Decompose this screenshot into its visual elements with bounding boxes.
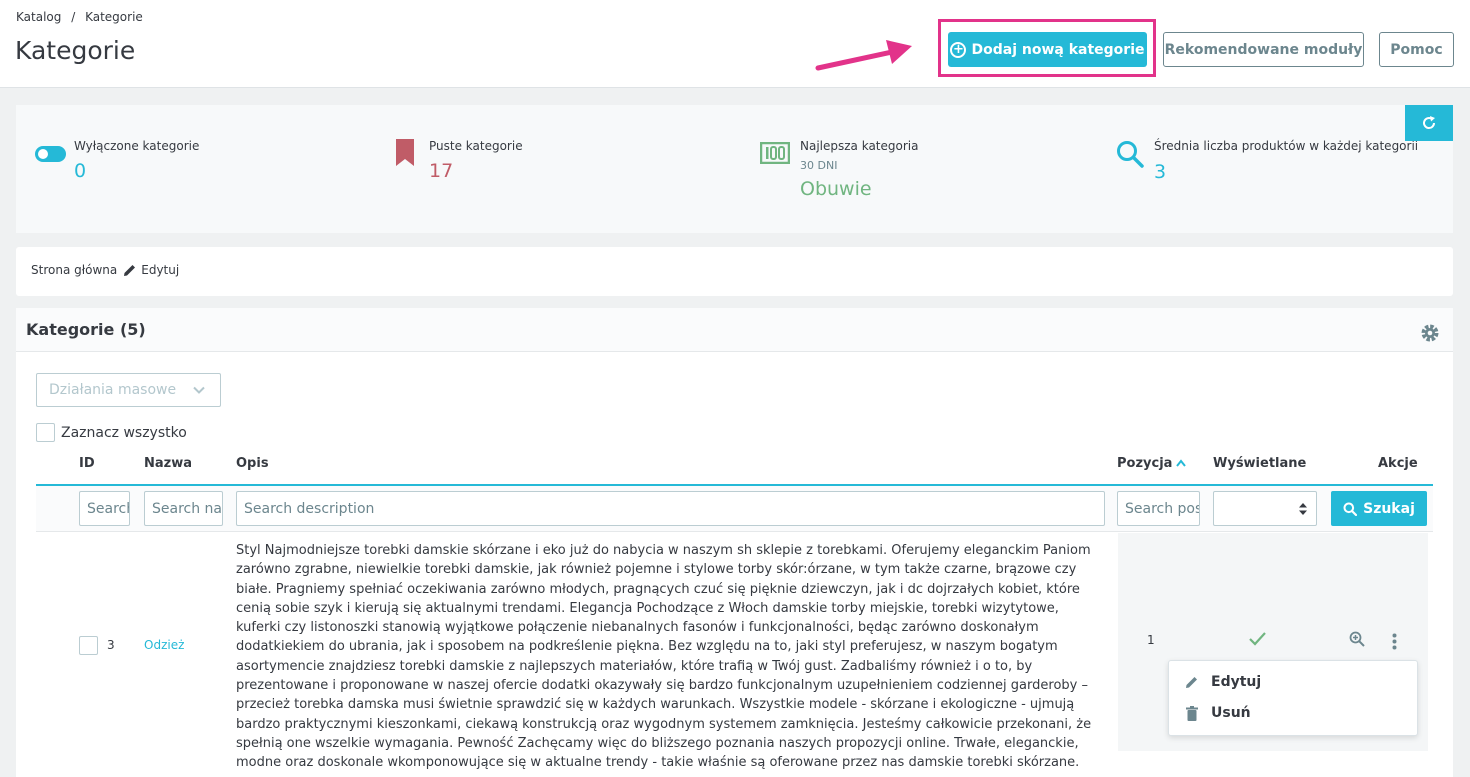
help-button[interactable]: Pomoc: [1379, 32, 1454, 67]
list-header: Kategorie (5): [16, 308, 1453, 352]
breadcrumb-separator: /: [71, 10, 76, 24]
pencil-icon: [1186, 677, 1197, 688]
row-actions-dropdown: Edytuj Usuń: [1168, 660, 1418, 736]
column-header-description[interactable]: Opis: [236, 456, 269, 471]
search-icon: [1343, 502, 1358, 516]
recommended-modules-button[interactable]: Rekomendowane moduły: [1163, 32, 1364, 67]
breadcrumb-parent[interactable]: Katalog: [16, 10, 61, 24]
dropdown-delete-label: Usuń: [1211, 705, 1251, 721]
add-circle-icon: +: [950, 41, 967, 58]
filter-description-input[interactable]: Search description: [236, 491, 1105, 526]
row-description: Styl Najmodniejsze torebki damskie skórz…: [236, 543, 1092, 771]
category-breadcrumb-panel: Strona główna Edytuj: [16, 247, 1453, 296]
row-name-link[interactable]: Odzież: [144, 638, 184, 652]
kpi-refresh-button[interactable]: [1405, 105, 1453, 141]
row-checkbox[interactable]: [79, 636, 98, 655]
refresh-icon: [1423, 116, 1436, 129]
kpi-sublabel: 30 DNI: [800, 159, 838, 172]
trash-icon: [1186, 705, 1198, 721]
column-header-id[interactable]: ID: [79, 456, 95, 471]
list-title: Kategorie (5): [26, 320, 146, 339]
column-header-name[interactable]: Nazwa: [144, 456, 192, 471]
check-icon[interactable]: [1248, 631, 1267, 646]
select-arrows-icon: [1299, 503, 1307, 515]
zoom-in-icon[interactable]: [1349, 631, 1365, 647]
annotation-arrow-icon: [815, 40, 912, 71]
money-icon: [760, 142, 790, 164]
kpi-disabled-categories[interactable]: Wyłączone kategorie 0: [16, 105, 366, 233]
filter-position-input[interactable]: Search position: [1117, 491, 1200, 526]
kpi-value: Obuwie: [800, 178, 872, 200]
row-position[interactable]: 1: [1147, 633, 1155, 647]
column-header-displayed[interactable]: Wyświetlane: [1213, 456, 1306, 471]
kpi-value: 0: [74, 160, 87, 182]
kpi-value: 17: [429, 160, 454, 182]
kpi-best-category[interactable]: Najlepsza kategoria 30 DNI Obuwie: [746, 105, 1096, 233]
page-title: Kategorie: [15, 36, 136, 65]
category-list-panel: Kategorie (5) Działania masowe Zaznacz w…: [16, 308, 1453, 777]
kpi-empty-categories[interactable]: Puste kategorie 17: [376, 105, 726, 233]
sort-up-icon[interactable]: [1176, 459, 1186, 467]
toggle-icon: [35, 146, 66, 162]
select-all-label[interactable]: Zaznacz wszystko: [61, 425, 187, 441]
filter-displayed-select[interactable]: [1213, 491, 1317, 526]
category-home-link[interactable]: Strona główna: [31, 263, 117, 277]
search-icon: [1117, 141, 1144, 168]
dropdown-delete-item[interactable]: Usuń: [1185, 705, 1251, 721]
chevron-down-icon: [193, 386, 205, 394]
row-id: 3: [107, 638, 115, 652]
select-all-checkbox[interactable]: [36, 423, 55, 442]
kpi-average-products[interactable]: Średnia liczba produktów w każdej katego…: [1106, 105, 1436, 233]
dropdown-edit-item[interactable]: Edytuj: [1185, 674, 1261, 690]
column-header-position[interactable]: Pozycja: [1117, 456, 1172, 471]
category-edit-link[interactable]: Edytuj: [141, 263, 179, 277]
bookmark-icon: [396, 139, 414, 166]
kpi-value: 3: [1154, 161, 1167, 183]
search-button[interactable]: Szukaj: [1331, 491, 1427, 526]
breadcrumb: Katalog / Kategorie: [16, 10, 143, 24]
filter-id-input[interactable]: Search ID: [79, 491, 130, 526]
add-category-button[interactable]: + Dodaj nową kategorie: [948, 32, 1147, 67]
more-vertical-icon[interactable]: [1392, 633, 1397, 650]
search-button-label: Szukaj: [1363, 500, 1415, 517]
kpi-label: Puste kategorie: [429, 139, 523, 153]
filter-name-input[interactable]: Search name: [144, 491, 223, 526]
kpi-panel: Wyłączone kategorie 0 Puste kategorie 17…: [16, 105, 1453, 233]
bulk-actions-select[interactable]: Działania masowe: [36, 373, 221, 407]
bulk-actions-label: Działania masowe: [49, 382, 177, 398]
page-header: Katalog / Kategorie Kategorie + Dodaj no…: [0, 0, 1470, 88]
dropdown-edit-label: Edytuj: [1211, 674, 1262, 690]
kpi-label: Wyłączone kategorie: [74, 139, 200, 153]
add-category-label: Dodaj nową kategorie: [971, 41, 1145, 58]
kpi-label: Średnia liczba produktów w każdej katego…: [1154, 139, 1419, 153]
column-header-actions: Akcje: [1378, 456, 1418, 471]
breadcrumb-current: Kategorie: [85, 10, 143, 24]
pencil-icon[interactable]: [123, 263, 137, 277]
kpi-label: Najlepsza kategoria: [800, 139, 919, 153]
gear-icon[interactable]: [1420, 323, 1440, 343]
